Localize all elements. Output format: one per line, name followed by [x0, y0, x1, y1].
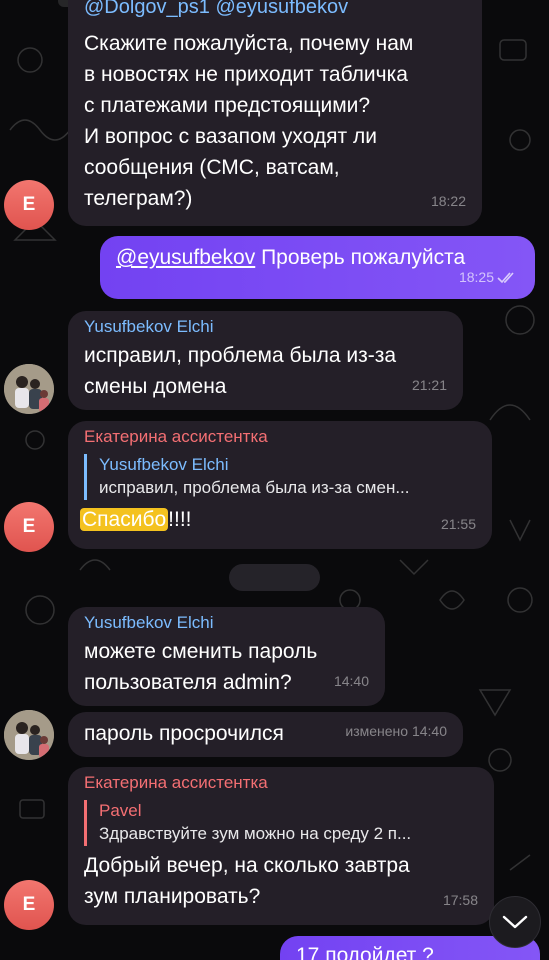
reply-quote[interactable]: Yusufbekov Elchi исправил, проблема была… [84, 454, 472, 500]
message-line: Скажите пожалуйста, почему нам [84, 32, 414, 55]
avatar[interactable]: Е [4, 180, 54, 230]
message-text: Скажите пожалуйста, почему нам в новостя… [84, 28, 468, 214]
sender-name[interactable]: Екатерина ассистентка [84, 426, 478, 448]
highlighted-word: Спасибо [80, 508, 169, 531]
message-bubble[interactable]: пароль просрочился изменено 14:40 [68, 712, 463, 757]
sender-name[interactable]: Екатерина ассистентка [84, 772, 480, 794]
message-bubble[interactable]: Екатерина ассистентка Yusufbekov Elchi и… [68, 421, 492, 549]
message-line: Добрый вечер, на сколько завтра [84, 854, 410, 877]
reply-text: Здравствуйте зум можно на среду 2 п... [99, 824, 412, 843]
message-text: можете сменить пароль пользователя admin… [84, 636, 371, 698]
message-bubble[interactable]: @Dolgov_ps1 @eyusufbekov Скажите пожалуй… [68, 0, 482, 226]
message-line: в новостях не приходит табличка [84, 63, 408, 86]
chevron-down-icon [502, 915, 528, 929]
people-photo-icon [4, 364, 54, 414]
message-bubble[interactable]: Yusufbekov Elchi исправил, проблема была… [68, 311, 463, 410]
user-avatar-photo[interactable] [4, 364, 54, 414]
reply-sender: Pavel [99, 801, 142, 820]
message-time: 21:55 [440, 516, 476, 532]
mention-link[interactable]: @eyusufbekov [116, 246, 255, 269]
message-time: 21:21 [411, 377, 447, 393]
message-line: смены домена [84, 375, 227, 398]
reply-quote[interactable]: Pavel Здравствуйте зум можно на среду 2 … [84, 800, 474, 846]
message-text: Проверь пожалуйста [255, 246, 466, 269]
message-time-edited: изменено 14:40 [345, 723, 447, 739]
message-line: телеграм?) [84, 187, 193, 210]
reply-sender: Yusufbekov Elchi [99, 455, 229, 474]
scroll-down-button[interactable] [489, 896, 541, 948]
date-separator [229, 564, 320, 591]
message-line: исправил, проблема была из-за [84, 344, 397, 367]
outgoing-message-bubble[interactable]: @eyusufbekov Проверь пожалуйста 18:25 [100, 236, 535, 299]
message-line: И вопрос с вазапом уходят ли [84, 125, 377, 148]
sender-name[interactable]: Yusufbekov Elchi [84, 612, 371, 634]
message-line: можете сменить пароль [84, 640, 318, 663]
message-line: сообщения (СМС, ватсам, [84, 156, 340, 179]
reply-text: исправил, проблема была из-за смен... [99, 478, 410, 497]
message-text-rest: !!!! [168, 508, 192, 531]
message-text: исправил, проблема была из-за смены доме… [84, 340, 449, 402]
message-bubble[interactable]: Екатерина ассистентка Pavel Здравствуйте… [68, 767, 494, 925]
message-time: 14:40 [333, 673, 369, 689]
message-time: 18:22 [430, 193, 466, 209]
sender-name[interactable]: Yusufbekov Elchi [84, 316, 449, 338]
message-bubble[interactable]: Yusufbekov Elchi можете сменить пароль п… [68, 607, 385, 706]
message-line: пользователя admin? [84, 671, 292, 694]
message-header-mentions[interactable]: @Dolgov_ps1 @eyusufbekov [84, 0, 468, 18]
avatar[interactable]: Е [4, 880, 54, 930]
message-text: Спасибо!!!! [80, 504, 478, 535]
message-time: 18:25 [459, 262, 517, 293]
avatar-initial: Е [22, 516, 36, 537]
avatar-initial: Е [22, 894, 36, 915]
user-avatar-photo[interactable] [4, 710, 54, 760]
message-text: Добрый вечер, на сколько завтра зум план… [84, 850, 480, 912]
message-line: зум планировать? [84, 885, 261, 908]
message-time-text: 18:25 [458, 269, 494, 285]
message-text: пароль просрочился [84, 722, 284, 745]
double-check-icon [497, 271, 514, 283]
message-line: с платежами предстоящими? [84, 94, 371, 117]
message-text: 17 подойдет ? [296, 944, 434, 960]
message-time: 17:58 [442, 892, 478, 908]
avatar[interactable]: Е [4, 502, 54, 552]
people-photo-icon [4, 710, 54, 760]
avatar-initial: Е [22, 194, 36, 215]
